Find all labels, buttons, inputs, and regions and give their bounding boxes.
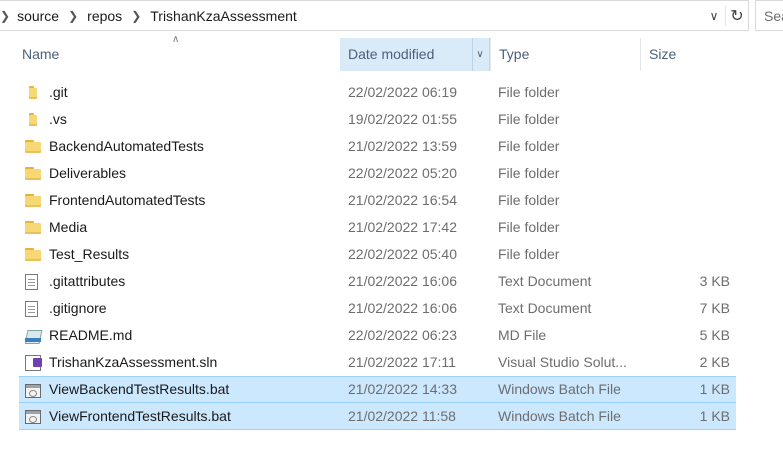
file-type: Text Document [498,300,592,316]
file-size: 7 KB [699,300,730,316]
file-type: File folder [498,165,560,181]
file-type: Windows Batch File [498,408,621,424]
file-row[interactable]: BackendAutomatedTests 21/02/2022 13:59 Fil… [19,133,736,160]
visual-studio-solution-icon [25,349,43,376]
file-date-modified: 22/02/2022 05:40 [348,246,457,262]
markdown-file-icon [25,322,43,349]
file-name: FrontendAutomatedTests [49,192,206,208]
folder-icon [25,79,43,106]
file-type: File folder [498,111,560,127]
file-date-modified: 22/02/2022 05:20 [348,165,457,181]
file-name: README.md [49,327,133,343]
file-date-modified: 19/02/2022 01:55 [348,111,457,127]
breadcrumb-source[interactable]: source [17,8,59,24]
chevron-down-icon[interactable]: ∨ [703,9,725,23]
file-row[interactable]: FrontendAutomatedTests 21/02/2022 16:54 Fi… [19,187,736,214]
search-input[interactable]: Sea [755,0,783,31]
text-document-icon [25,268,43,295]
file-row[interactable]: ViewBackendTestResults.bat 21/02/2022 14:… [19,376,736,403]
file-type: File folder [498,219,560,235]
file-name: .gitignore [49,300,107,316]
file-row[interactable]: Deliverables 22/02/2022 05:20 File folder [19,160,736,187]
file-name: BackendAutomatedTests [49,138,204,154]
chevron-right-icon[interactable]: ❯ [68,9,78,23]
folder-icon [25,187,43,214]
file-name: TrishanKzaAssessment.sln [49,354,218,370]
file-size: 1 KB [699,381,730,397]
file-row[interactable]: .gitignore 21/02/2022 16:06 Text Document 7… [19,295,736,322]
file-date-modified: 21/02/2022 16:06 [348,273,457,289]
file-size: 2 KB [699,354,730,370]
chevron-right-icon[interactable]: ❯ [131,9,141,23]
file-name: .git [49,84,68,100]
column-header-size[interactable]: Size [640,38,740,71]
file-row[interactable]: README.md 22/02/2022 06:23 MD File 5 KB [19,322,736,349]
file-size: 1 KB [699,408,730,424]
file-row[interactable]: Test_Results 22/02/2022 05:40 File folder [19,241,736,268]
file-name: Media [49,219,88,235]
file-name: .gitattributes [49,273,126,289]
file-name: ViewBackendTestResults.bat [49,381,230,397]
column-headers: Name Date modified ∨ Type Size [0,38,783,71]
file-date-modified: 21/02/2022 16:54 [348,192,457,208]
folder-icon [25,214,43,241]
file-row[interactable]: Media 21/02/2022 17:42 File folder [19,214,736,241]
file-date-modified: 21/02/2022 11:58 [348,408,456,424]
file-name: .vs [49,111,67,127]
folder-icon [25,133,43,160]
file-row[interactable]: .vs 19/02/2022 01:55 File folder [19,106,736,133]
file-type: File folder [498,84,560,100]
file-date-modified: 21/02/2022 16:06 [348,300,457,316]
file-row[interactable]: .git 22/02/2022 06:19 File folder [19,79,736,106]
breadcrumb-current-folder[interactable]: TrishanKzaAssessment [150,8,297,24]
file-date-modified: 21/02/2022 17:11 [348,354,456,370]
batch-file-icon [25,403,43,430]
file-row[interactable]: ViewFrontendTestResults.bat 21/02/2022 11… [19,403,736,430]
file-type: File folder [498,192,560,208]
file-size: 3 KB [699,273,730,289]
column-header-date-modified[interactable]: Date modified ∨ [340,38,490,71]
file-row[interactable]: .gitattributes 21/02/2022 16:06 Text Docum… [19,268,736,295]
file-date-modified: 22/02/2022 06:19 [348,84,457,100]
column-header-type[interactable]: Type [490,38,640,71]
chevron-right-icon[interactable]: ❯ [0,9,10,23]
file-type: File folder [498,246,560,262]
folder-icon [25,241,43,268]
file-date-modified: 21/02/2022 13:59 [348,138,457,154]
chevron-down-icon[interactable]: ∨ [472,38,487,71]
file-name: Test_Results [49,246,130,262]
file-name: ViewFrontendTestResults.bat [49,408,231,424]
file-type: Windows Batch File [498,381,621,397]
folder-icon [25,160,43,187]
text-document-icon [25,295,43,322]
file-date-modified: 21/02/2022 14:33 [348,381,457,397]
file-type: File folder [498,138,560,154]
address-bar[interactable]: ❯ source ❯ repos ❯ TrishanKzaAssessment … [0,0,749,31]
refresh-icon[interactable]: ↻ [725,5,748,26]
column-header-date-label: Date modified [348,46,435,62]
breadcrumb-repos[interactable]: repos [87,8,122,24]
file-date-modified: 21/02/2022 17:42 [348,219,457,235]
file-date-modified: 22/02/2022 06:23 [348,327,457,343]
file-type: MD File [498,327,547,343]
file-size: 5 KB [699,327,730,343]
file-type: Text Document [498,273,592,289]
search-placeholder: Sea [764,7,783,24]
batch-file-icon [25,377,43,404]
folder-icon [25,106,43,133]
file-type: Visual Studio Solut... [498,354,627,370]
file-name: Deliverables [49,165,127,181]
sort-ascending-icon: ∧ [172,34,180,45]
file-row[interactable]: TrishanKzaAssessment.sln 21/02/2022 17:11… [19,349,736,376]
